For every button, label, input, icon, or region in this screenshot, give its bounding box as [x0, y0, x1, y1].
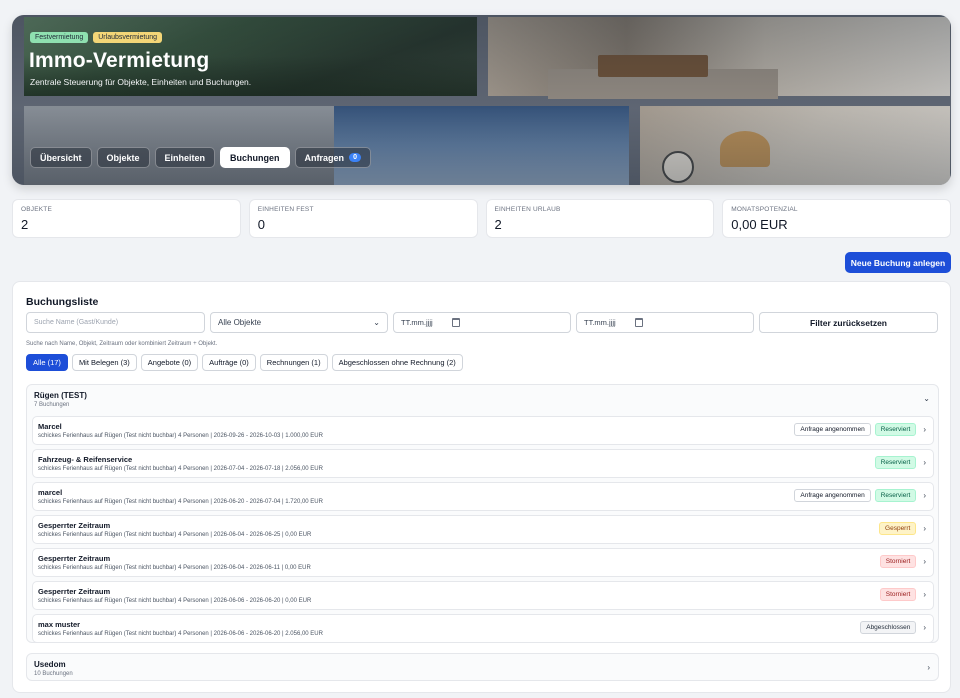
status-badge: Reserviert — [874, 456, 917, 469]
stats-row: OBJEKTE 2 EINHEITEN FEST 0 EINHEITEN URL… — [12, 199, 951, 238]
stat-card-einheiten-fest: EINHEITEN FEST 0 — [248, 199, 478, 238]
status-badge: Reserviert — [874, 423, 917, 436]
chevron-right-icon[interactable]: › — [923, 557, 926, 566]
booking-name: Gesperrter Zeitraum — [38, 587, 111, 596]
chip-mit-belegen[interactable]: Mit Belegen (3) — [71, 354, 137, 371]
booking-row[interactable]: marcel schickes Ferienhaus auf Rügen (Te… — [32, 482, 934, 511]
badge-festvermietung: Festvermietung — [30, 32, 89, 43]
chip-auftraege[interactable]: Aufträge (0) — [202, 354, 256, 371]
anfragen-count-badge: 0 — [349, 153, 361, 162]
booking-name: Marcel — [38, 422, 62, 431]
group-usedom[interactable]: Usedom 10 Buchungen › — [26, 653, 939, 681]
chip-alle[interactable]: Alle (17) — [26, 354, 68, 371]
chip-abgeschlossen-ohne-rechnung[interactable]: Abgeschlossen ohne Rechnung (2) — [331, 354, 463, 371]
chevron-right-icon[interactable]: › — [927, 663, 930, 672]
main-tabs: Übersicht Objekte Einheiten Buchungen An… — [30, 147, 371, 168]
booking-name: max muster — [38, 620, 81, 629]
booking-rows: Marcel schickes Ferienhaus auf Rügen (Te… — [32, 416, 934, 647]
booking-name: Gesperrter Zeitraum — [38, 554, 111, 563]
page-title: Immo-Vermietung — [29, 49, 210, 72]
stat-label: EINHEITEN FEST — [257, 206, 314, 213]
chevron-right-icon[interactable]: › — [923, 425, 926, 434]
chevron-right-icon[interactable]: › — [923, 524, 926, 533]
chevron-down-icon: ⌄ — [373, 318, 380, 327]
request-tag: Anfrage angenommen — [794, 489, 871, 502]
status-badge: Storniert — [879, 588, 917, 601]
booking-name: Fahrzeug- & Reifenservice — [38, 455, 133, 464]
group-title: Usedom — [34, 660, 66, 669]
chip-angebote[interactable]: Angebote (0) — [140, 354, 199, 371]
search-input[interactable]: Suche Name (Gast/Kunde) — [26, 312, 205, 333]
chevron-right-icon[interactable]: › — [923, 590, 926, 599]
hero-banner: Festvermietung Urlaubsvermietung Immo-Ve… — [12, 15, 951, 185]
stat-value: 0 — [257, 217, 265, 232]
booking-detail: schickes Ferienhaus auf Rügen (Test nich… — [38, 565, 311, 571]
status-badge: Abgeschlossen — [860, 621, 917, 634]
stat-value: 2 — [494, 217, 502, 232]
stat-card-einheiten-urlaub: EINHEITEN URLAUB 2 — [485, 199, 715, 238]
group-count: 10 Buchungen — [34, 671, 73, 677]
filter-bar: Suche Name (Gast/Kunde) Alle Objekte ⌄ T… — [26, 312, 938, 333]
badge-urlaubsvermietung: Urlaubsvermietung — [93, 32, 162, 43]
hero-badges: Festvermietung Urlaubsvermietung — [30, 32, 162, 43]
status-badge: Storniert — [879, 555, 917, 568]
booking-list-title: Buchungsliste — [26, 296, 99, 308]
tab-einheiten[interactable]: Einheiten — [154, 147, 216, 168]
booking-detail: schickes Ferienhaus auf Rügen (Test nich… — [38, 466, 323, 472]
booking-row[interactable]: Gesperrter Zeitraum schickes Ferienhaus … — [32, 515, 934, 544]
chevron-right-icon[interactable]: › — [923, 458, 926, 467]
booking-row[interactable]: Gesperrter Zeitraum schickes Ferienhaus … — [32, 548, 934, 577]
page-subtitle: Zentrale Steuerung für Objekte, Einheite… — [30, 77, 252, 87]
date-from-input[interactable]: TT.mm.jjjj — [393, 312, 571, 333]
booking-name: Gesperrter Zeitraum — [38, 521, 111, 530]
group-count: 7 Buchungen — [34, 402, 70, 408]
search-hint: Suche nach Name, Objekt, Zeitraum oder k… — [26, 341, 218, 347]
tab-buchungen[interactable]: Buchungen — [220, 147, 290, 168]
stat-value: 2 — [21, 217, 29, 232]
tab-anfragen[interactable]: Anfragen 0 — [294, 147, 371, 168]
booking-detail: schickes Ferienhaus auf Rügen (Test nich… — [38, 631, 323, 637]
object-select[interactable]: Alle Objekte ⌄ — [210, 312, 388, 333]
status-badge: Gesperrt — [879, 522, 917, 535]
chip-rechnungen[interactable]: Rechnungen (1) — [259, 354, 328, 371]
booking-name: marcel — [38, 488, 63, 497]
stat-label: EINHEITEN URLAUB — [494, 206, 561, 213]
stat-card-monatspotenzial: MONATSPOTENZIAL 0,00 EUR — [722, 199, 951, 238]
booking-row[interactable]: Marcel schickes Ferienhaus auf Rügen (Te… — [32, 416, 934, 445]
tab-objekte[interactable]: Objekte — [96, 147, 150, 168]
chevron-down-icon[interactable]: ⌄ — [923, 394, 930, 403]
booking-detail: schickes Ferienhaus auf Rügen (Test nich… — [38, 532, 312, 538]
status-badge: Reserviert — [874, 489, 917, 502]
filter-chips: Alle (17) Mit Belegen (3) Angebote (0) A… — [26, 354, 463, 371]
stat-label: MONATSPOTENZIAL — [731, 206, 798, 213]
booking-detail: schickes Ferienhaus auf Rügen (Test nich… — [38, 433, 323, 439]
booking-detail: schickes Ferienhaus auf Rügen (Test nich… — [38, 598, 312, 604]
tab-uebersicht[interactable]: Übersicht — [30, 147, 92, 168]
new-booking-button[interactable]: Neue Buchung anlegen — [845, 252, 951, 273]
date-to-input[interactable]: TT.mm.jjjj — [576, 312, 754, 333]
booking-detail: schickes Ferienhaus auf Rügen (Test nich… — [38, 499, 323, 505]
group-ruegen: Rügen (TEST) 7 Buchungen ⌄ Marcel schick… — [26, 384, 939, 643]
calendar-icon[interactable] — [635, 318, 643, 327]
stat-card-objekte: OBJEKTE 2 — [12, 199, 241, 238]
booking-row[interactable]: max muster schickes Ferienhaus auf Rügen… — [32, 614, 934, 643]
calendar-icon[interactable] — [452, 318, 460, 327]
stat-label: OBJEKTE — [21, 206, 53, 213]
stat-value: 0,00 EUR — [731, 217, 788, 232]
chevron-right-icon[interactable]: › — [923, 491, 926, 500]
group-title[interactable]: Rügen (TEST) — [34, 391, 87, 400]
chevron-right-icon[interactable]: › — [923, 623, 926, 632]
booking-row[interactable]: Fahrzeug- & Reifenservice schickes Ferie… — [32, 449, 934, 478]
request-tag: Anfrage angenommen — [794, 423, 871, 436]
booking-row[interactable]: Gesperrter Zeitraum schickes Ferienhaus … — [32, 581, 934, 610]
booking-list-panel: Buchungsliste Suche Name (Gast/Kunde) Al… — [12, 281, 951, 693]
reset-filter-button[interactable]: Filter zurücksetzen — [759, 312, 938, 333]
